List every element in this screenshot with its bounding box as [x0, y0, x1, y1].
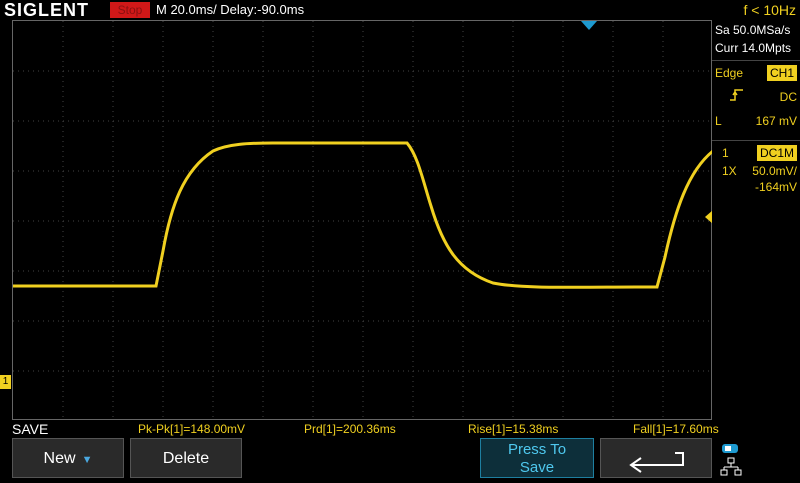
ch1-offset: -164mV — [754, 180, 797, 194]
status-bar: SIGLENT Stop M 20.0ms/ Delay:-90.0ms — [0, 0, 712, 20]
ch1-scale: 50.0mV/ — [752, 164, 797, 178]
graticule-grid — [13, 21, 713, 421]
trigger-info-box[interactable]: Edge CH1 DC L 167 mV — [712, 60, 800, 133]
trigger-type: Edge — [715, 66, 744, 80]
waveform-canvas — [13, 21, 713, 421]
network-usb-icon — [720, 444, 742, 476]
trigger-coupling: DC — [779, 90, 797, 104]
status-icons — [718, 440, 798, 478]
delete-button[interactable]: Delete — [130, 438, 242, 478]
trigger-level-value: 167 mV — [755, 114, 797, 128]
trigger-position-marker — [581, 21, 597, 30]
measure-fall: Fall[1]=17.60ms — [633, 422, 719, 436]
right-info-panel: Sa 50.0MSa/s Curr 14.0Mpts Edge CH1 DC L… — [712, 20, 800, 420]
arrow-down-icon: ▼ — [81, 454, 93, 466]
measurement-bar: SAVE Pk-Pk[1]=148.00mV Prd[1]=200.36ms R… — [0, 420, 800, 438]
ch1-trace — [13, 141, 713, 289]
new-button[interactable]: New ▼ — [12, 438, 124, 478]
menu-title: SAVE — [12, 421, 49, 437]
waveform-display[interactable] — [12, 20, 713, 421]
rising-edge-icon — [730, 89, 744, 105]
measure-rise: Rise[1]=15.38ms — [468, 422, 559, 436]
return-button[interactable] — [600, 438, 712, 478]
brand-logo: SIGLENT — [4, 0, 90, 20]
ch1-probe: 1X — [722, 164, 737, 178]
sample-rate: Sa 50.0MSa/s — [715, 23, 791, 37]
ch1-coupling: DC1M — [756, 145, 797, 161]
trigger-frequency: f < 10Hz — [743, 2, 796, 18]
timebase-readout[interactable]: M 20.0ms/ Delay:-90.0ms — [156, 0, 304, 20]
run-state-badge[interactable]: Stop — [110, 2, 150, 18]
press-to-save-button[interactable]: Press To Save — [480, 438, 594, 478]
measure-period: Prd[1]=200.36ms — [304, 422, 396, 436]
trigger-level-label: L — [715, 114, 722, 128]
memory-depth: Curr 14.0Mpts — [715, 41, 792, 55]
ch1-number: 1 — [722, 146, 729, 160]
return-arrow-icon — [629, 452, 684, 473]
trigger-source: CH1 — [766, 65, 797, 81]
measure-pkpk: Pk-Pk[1]=148.00mV — [138, 422, 246, 436]
ch1-ground-label: 1 — [0, 375, 11, 389]
ch1-info-box[interactable]: 1 DC1M 1X 50.0mV/ -164mV — [712, 140, 800, 197]
softkey-bar: New ▼ Delete Press To Save — [0, 438, 800, 480]
